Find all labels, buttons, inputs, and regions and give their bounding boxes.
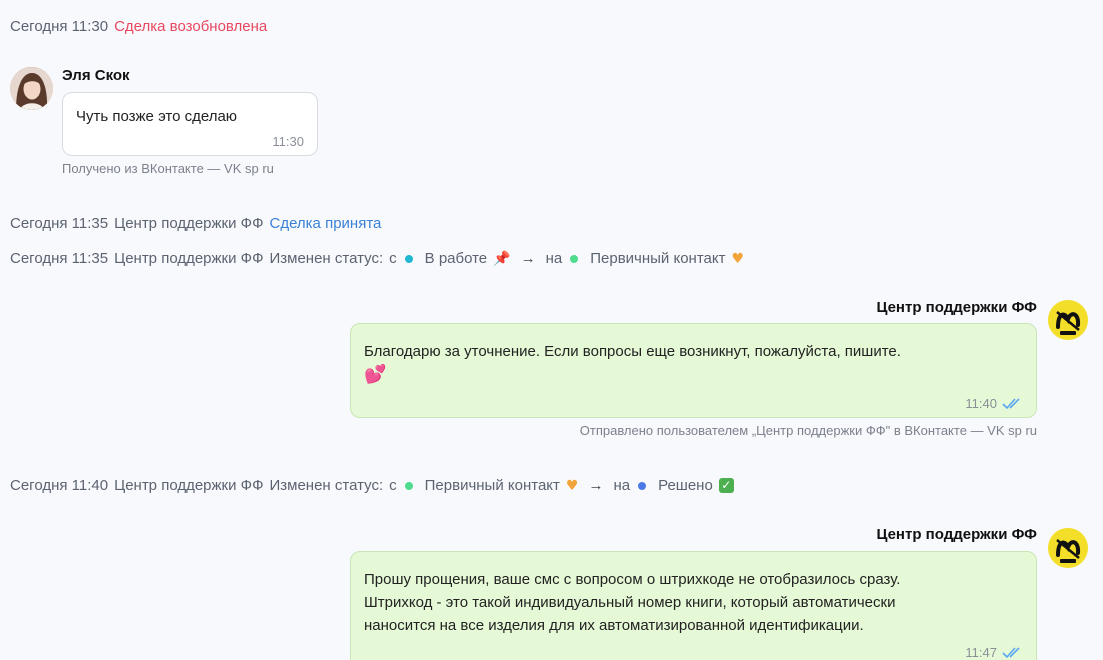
message-line: Прошу прощения, ваше смс с вопросом о шт… (364, 571, 901, 588)
event-author: Центр поддержки ФФ (114, 215, 264, 232)
to-word: на (545, 250, 563, 267)
message-source: Получено из ВКонтакте — VK sp ru (62, 161, 274, 176)
message-text: Прошу прощения, ваше смс с вопросом о шт… (364, 568, 900, 637)
message-text: Благодарю за уточнение. Если вопросы еще… (364, 340, 901, 386)
double-check-icon (1002, 397, 1020, 409)
message-line: Благодарю за уточнение. Если вопросы еще… (364, 343, 901, 360)
event-text: Изменен статус: (269, 477, 384, 494)
arrow-right-icon: → (588, 477, 604, 494)
event-text: Сделка возобновлена (114, 18, 268, 35)
orange-heart-icon: ♥ (731, 250, 745, 267)
to-status: Первичный контакт (590, 250, 726, 267)
message-source: Отправлено пользователем „Центр поддержк… (579, 423, 1037, 438)
message-time-row: 11:40 (965, 396, 1024, 411)
event-deal-accepted: Сегодня 11:35 Центр поддержки ФФ Сделка … (10, 215, 381, 232)
message-time: 11:30 (272, 134, 304, 149)
two-hearts-icon: 💕 (364, 364, 387, 385)
sender-name: Эля Скок (62, 67, 130, 84)
status-dot (570, 254, 579, 263)
outgoing-message-bubble: Прошу прощения, ваше смс с вопросом о шт… (350, 551, 1037, 660)
avatar[interactable] (10, 67, 53, 110)
event-author: Центр поддержки ФФ (114, 477, 264, 494)
to-status: Решено (658, 477, 713, 494)
event-time: Сегодня 11:35 (10, 250, 109, 267)
incoming-message-bubble: Чуть позже это сделаю 11:30 (62, 92, 318, 156)
event-time: Сегодня 11:35 (10, 215, 109, 232)
event-deal-reopened: Сегодня 11:30 Сделка возобновлена (10, 18, 267, 35)
message-time-row: 11:47 (965, 645, 1024, 660)
arrow-right-icon: → (520, 250, 536, 267)
message-time: 11:40 (965, 396, 997, 411)
from-word: с (389, 250, 397, 267)
sender-name: Центр поддержки ФФ (876, 526, 1037, 543)
event-status-change: Сегодня 11:35 Центр поддержки ФФ Изменен… (10, 250, 744, 267)
to-word: на (613, 477, 631, 494)
message-line: наносится на все изделия для их автомати… (364, 617, 864, 634)
status-dot (404, 481, 413, 490)
event-time: Сегодня 11:30 (10, 18, 109, 35)
event-time: Сегодня 11:40 (10, 477, 109, 494)
pin-icon: 📌 (493, 250, 511, 267)
from-status: В работе (424, 250, 488, 267)
status-dot (638, 481, 647, 490)
from-status: Первичный контакт (424, 477, 560, 494)
outgoing-message-bubble: Благодарю за уточнение. Если вопросы еще… (350, 323, 1037, 418)
sender-name: Центр поддержки ФФ (876, 299, 1037, 316)
event-text: Изменен статус: (269, 250, 384, 267)
support-avatar[interactable] (1048, 528, 1088, 568)
message-text: Чуть позже это сделаю (76, 108, 238, 125)
event-status-change: Сегодня 11:40 Центр поддержки ФФ Изменен… (10, 477, 734, 494)
support-avatar[interactable] (1048, 300, 1088, 340)
orange-heart-icon: ♥ (565, 477, 579, 494)
message-line: Штрихкод - это такой индивидуальный номе… (364, 594, 896, 611)
event-text: Сделка принята (269, 215, 382, 232)
double-check-icon (1002, 646, 1020, 658)
message-time: 11:47 (965, 645, 997, 660)
from-word: с (389, 477, 397, 494)
status-dot (404, 254, 413, 263)
event-author: Центр поддержки ФФ (114, 250, 264, 267)
check-mark-icon: ✓ (718, 478, 734, 493)
